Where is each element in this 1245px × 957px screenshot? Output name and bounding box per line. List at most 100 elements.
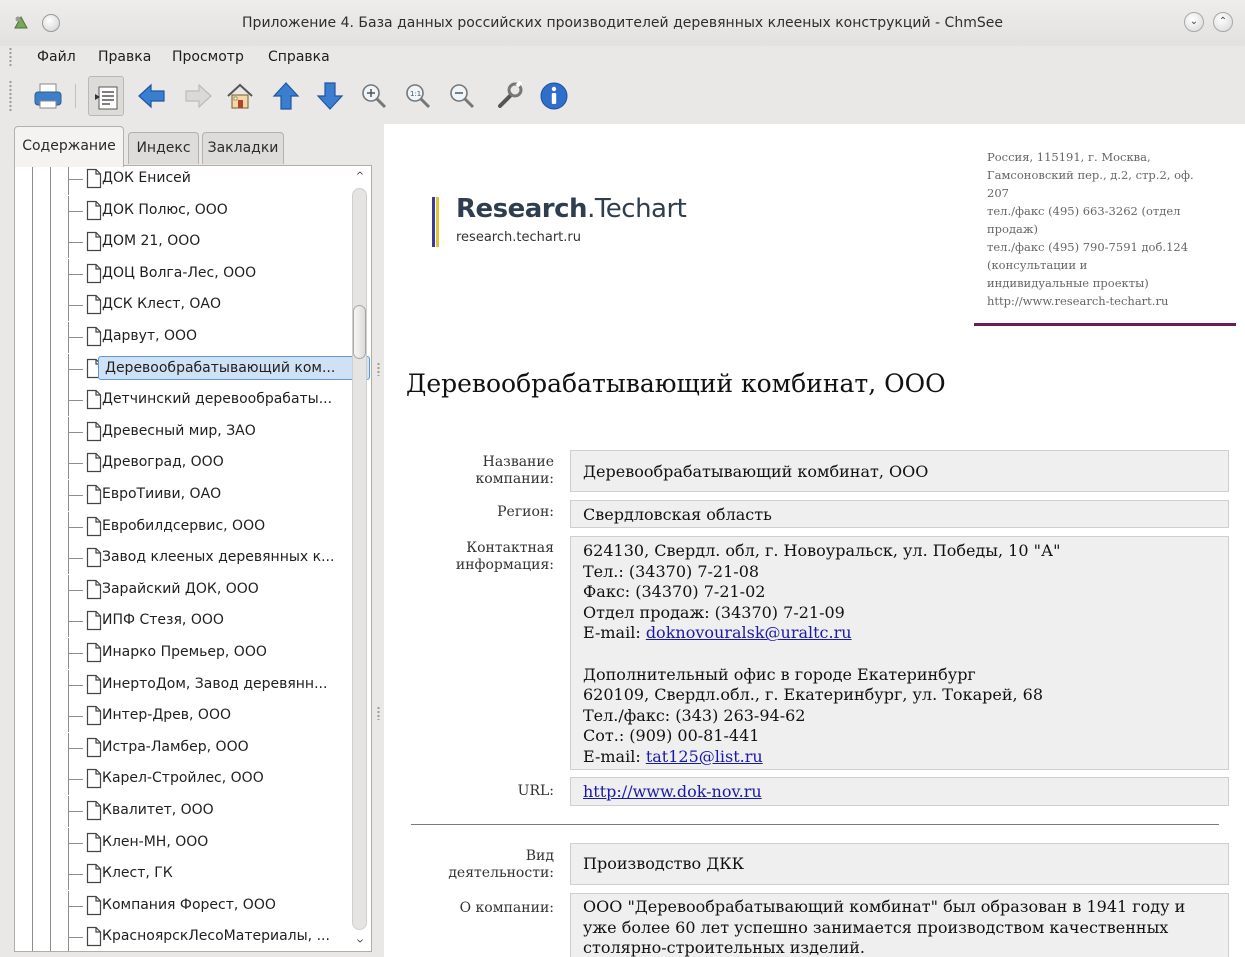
tree-item-label: ДОЦ Волга-Лес, ООО (102, 264, 257, 281)
content-view[interactable]: Research.Techart research.techart.ru Рос… (384, 124, 1245, 957)
tree-branch-line (68, 589, 83, 591)
tree-item[interactable]: Древоград, ООО (15, 448, 350, 480)
tree-item-label: Деревообрабатывающий ком... (98, 355, 370, 380)
tree-item[interactable]: Детчинский деревообрабаты... (15, 385, 350, 417)
tree-item[interactable]: ДОЦ Волга-Лес, ООО (15, 258, 350, 290)
field-label-activity: Вид деятельности: (448, 848, 554, 881)
tree-item[interactable]: Клест, ГК (15, 859, 350, 891)
website-link[interactable]: http://www.dok-nov.ru (583, 782, 762, 801)
field-contact: 624130, Свердл. обл, г. Новоуральск, ул.… (570, 536, 1229, 770)
tree-item[interactable]: Квалитет, ООО (15, 796, 350, 827)
section-divider (411, 824, 1219, 825)
tree-item-label: Квалитет, ООО (102, 802, 214, 818)
logo-url: research.techart.ru (456, 230, 581, 245)
research-techart-logo: Research.Techart (456, 194, 687, 224)
tree-item[interactable]: Компания Форест, ООО (15, 890, 350, 922)
tree-branch-line (68, 842, 83, 844)
menu-file[interactable]: Файл (37, 49, 76, 65)
tree-branch-line (68, 210, 83, 212)
home-button[interactable] (222, 76, 258, 116)
tree-item[interactable]: ДОК Енисей (15, 166, 350, 195)
contents-tree[interactable]: ДОК Енисей ДОК Полюс, ООО ДОМ 21, ООО ДОЦ В… (14, 165, 372, 952)
tree-item-label: Детчинский деревообрабаты... (102, 391, 333, 408)
tree-item[interactable]: ИПФ Стезя, ООО (15, 606, 350, 638)
tree-branch-line (68, 526, 83, 528)
print-button[interactable] (30, 76, 66, 116)
field-label-about: О компании: (459, 900, 554, 916)
toolbar-separator (75, 84, 76, 108)
scroll-down-arrow[interactable]: ^ (353, 930, 367, 944)
splitter-grip (377, 706, 380, 720)
tree-branch-line (68, 558, 83, 560)
tree-item[interactable]: Древесный мир, ЗАО (15, 416, 350, 448)
tree-item[interactable]: Интер-Древ, ООО (15, 701, 350, 733)
zoom-out-button[interactable] (444, 76, 480, 116)
scroll-handle[interactable] (353, 305, 366, 359)
tree-branch-line (68, 937, 83, 939)
minimize-button[interactable]: ⌄ (1184, 12, 1204, 32)
tree-item[interactable]: ДСК Клест, ОАО (15, 290, 350, 322)
tree-item-label: Зарайский ДОК, ООО (102, 580, 259, 597)
tree-item-label: Клест, ГК (102, 865, 173, 882)
tree-item-label: ЕвроТииви, ОАО (102, 486, 222, 502)
tree-item[interactable]: КрасноярскЛесоМатериалы, ... (15, 922, 350, 951)
field-label-company: Название компании: (475, 454, 554, 487)
zoom-out-icon (450, 84, 475, 109)
tree-branch-line (68, 811, 83, 812)
title-bar: Приложение 4. База данных российских про… (0, 0, 1245, 46)
tab-bookmarks[interactable]: Закладки (202, 132, 284, 164)
tree-item[interactable]: Завод клееных деревянных к... (15, 543, 350, 575)
splitter-grip (377, 362, 380, 376)
tree-branch-line (68, 337, 83, 338)
field-label-region: Регион: (497, 504, 554, 520)
preferences-wrench-icon (498, 80, 523, 108)
tree-branch-line (68, 400, 83, 402)
zoom-reset-button[interactable]: 1:1 (400, 76, 436, 116)
tree-branch-line (68, 242, 83, 244)
panel-splitter[interactable] (375, 126, 383, 957)
zoom-in-button[interactable] (356, 76, 392, 116)
app-icon[interactable] (12, 14, 30, 32)
down-button[interactable] (312, 76, 348, 116)
maximize-button[interactable]: ⌃ (1213, 12, 1233, 32)
email-link-2[interactable]: tat125@list.ru (646, 747, 763, 766)
email-link[interactable]: doknovouralsk@uraltc.ru (646, 623, 852, 642)
tab-index[interactable]: Индекс (128, 132, 199, 164)
tab-contents[interactable]: Содержание (14, 126, 124, 167)
tree-item[interactable]: Евробилдсервис, ООО (15, 511, 350, 543)
sidebar-scrollbar[interactable]: ^ ^ (349, 170, 370, 950)
scroll-track[interactable] (352, 188, 367, 930)
tree-item[interactable]: Клен-МН, ООО (15, 827, 350, 859)
tree-item[interactable]: ДОК Полюс, ООО (15, 195, 350, 227)
pin-icon[interactable] (42, 14, 60, 32)
tree-item[interactable]: ИнертоДом, Завод деревянн... (15, 669, 350, 701)
tree-item[interactable]: Дарвут, ООО (15, 322, 350, 353)
back-button[interactable] (134, 76, 170, 116)
info-button[interactable] (536, 76, 572, 116)
sync-toc-button[interactable] (88, 76, 124, 116)
menu-help[interactable]: Справка (268, 49, 330, 65)
menu-view[interactable]: Просмотр (172, 49, 244, 65)
tree-item[interactable]: Деревообрабатывающий ком... (15, 353, 370, 385)
tree-item[interactable]: ЕвроТииви, ОАО (15, 480, 350, 511)
scroll-up-arrow[interactable]: ^ (353, 170, 367, 184)
tree-item-label: Клен-МН, ООО (102, 833, 209, 850)
tree-item-label: Древоград, ООО (102, 454, 224, 471)
preferences-button[interactable] (492, 76, 528, 116)
menubar-grip[interactable] (9, 47, 12, 67)
zoom-in-icon (362, 84, 387, 109)
tree-branch-line (68, 684, 83, 686)
tree-item-label: ИнертоДом, Завод деревянн... (102, 675, 328, 692)
tree-item[interactable]: Истра-Ламбер, ООО (15, 732, 350, 764)
tree-item[interactable]: Зарайский ДОК, ООО (15, 574, 350, 606)
up-button[interactable] (268, 76, 304, 116)
menu-edit[interactable]: Правка (98, 49, 151, 65)
tree-item-label: Инарко Премьер, ООО (102, 644, 267, 660)
tree-item[interactable]: Карел-Стройлес, ООО (15, 764, 350, 796)
tree-item[interactable]: Инарко Премьер, ООО (15, 638, 350, 669)
page-title: Деревообрабатывающий комбинат, ООО (406, 369, 946, 398)
tree-item[interactable]: ДОМ 21, ООО (15, 227, 350, 259)
toolbar-grip[interactable] (9, 80, 12, 112)
toolbar: 1:1 (0, 72, 1245, 120)
tree-item-label: Древесный мир, ЗАО (102, 422, 256, 439)
